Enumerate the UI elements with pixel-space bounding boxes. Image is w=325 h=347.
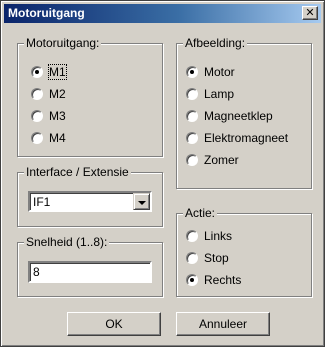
radio-links-label: Links (204, 229, 233, 243)
motor-output-legend: Motoruitgang: (24, 36, 102, 50)
radio-m2-indicator[interactable] (31, 88, 43, 100)
interface-legend: Interface / Extensie (24, 165, 131, 179)
radio-lamp-label: Lamp (204, 87, 235, 101)
speed-input[interactable]: 8 (28, 261, 152, 283)
radio-stop-label: Stop (204, 251, 229, 265)
speed-input-value: 8 (33, 265, 40, 279)
dialog-window: Motoruitgang ✕ Motoruitgang: M1 M2 M3 M4… (0, 0, 325, 347)
interface-select[interactable]: IF1 (28, 191, 152, 212)
close-button[interactable]: ✕ (302, 6, 318, 20)
radio-elektromagneet-label: Elektromagneet (204, 131, 289, 145)
radio-m3-indicator[interactable] (31, 110, 43, 122)
window-title: Motoruitgang (8, 6, 85, 20)
radio-stop-indicator[interactable] (186, 252, 198, 264)
chevron-down-icon[interactable] (133, 193, 150, 210)
radio-rechts-label: Rechts (204, 273, 242, 287)
radio-magneetklep-indicator[interactable] (186, 110, 198, 122)
radio-motor-indicator[interactable] (186, 66, 198, 78)
radio-motor-label: Motor (204, 65, 235, 79)
speed-legend: Snelheid (1..8): (24, 235, 110, 249)
radio-m1-indicator[interactable] (31, 66, 43, 78)
radio-m3-label: M3 (49, 109, 66, 123)
radio-m4-label: M4 (49, 131, 66, 145)
radio-rechts-indicator[interactable] (186, 274, 198, 286)
title-bar[interactable]: Motoruitgang ✕ (4, 4, 321, 23)
action-legend: Actie: (183, 206, 218, 220)
close-icon: ✕ (305, 6, 315, 19)
radio-m1-label: M1 (48, 64, 67, 80)
radio-m4-indicator[interactable] (31, 132, 43, 144)
radio-magneetklep-label: Magneetklep (204, 109, 273, 123)
ok-button[interactable]: OK (67, 312, 161, 336)
interface-select-value: IF1 (33, 195, 51, 209)
image-legend: Afbeelding: (183, 36, 248, 50)
radio-links-indicator[interactable] (186, 230, 198, 242)
cancel-button[interactable]: Annuleer (176, 312, 270, 336)
radio-zomer-indicator[interactable] (186, 154, 198, 166)
radio-m2-label: M2 (49, 87, 66, 101)
radio-elektromagneet-indicator[interactable] (186, 132, 198, 144)
radio-lamp-indicator[interactable] (186, 88, 198, 100)
radio-zomer-label: Zomer (204, 153, 239, 167)
